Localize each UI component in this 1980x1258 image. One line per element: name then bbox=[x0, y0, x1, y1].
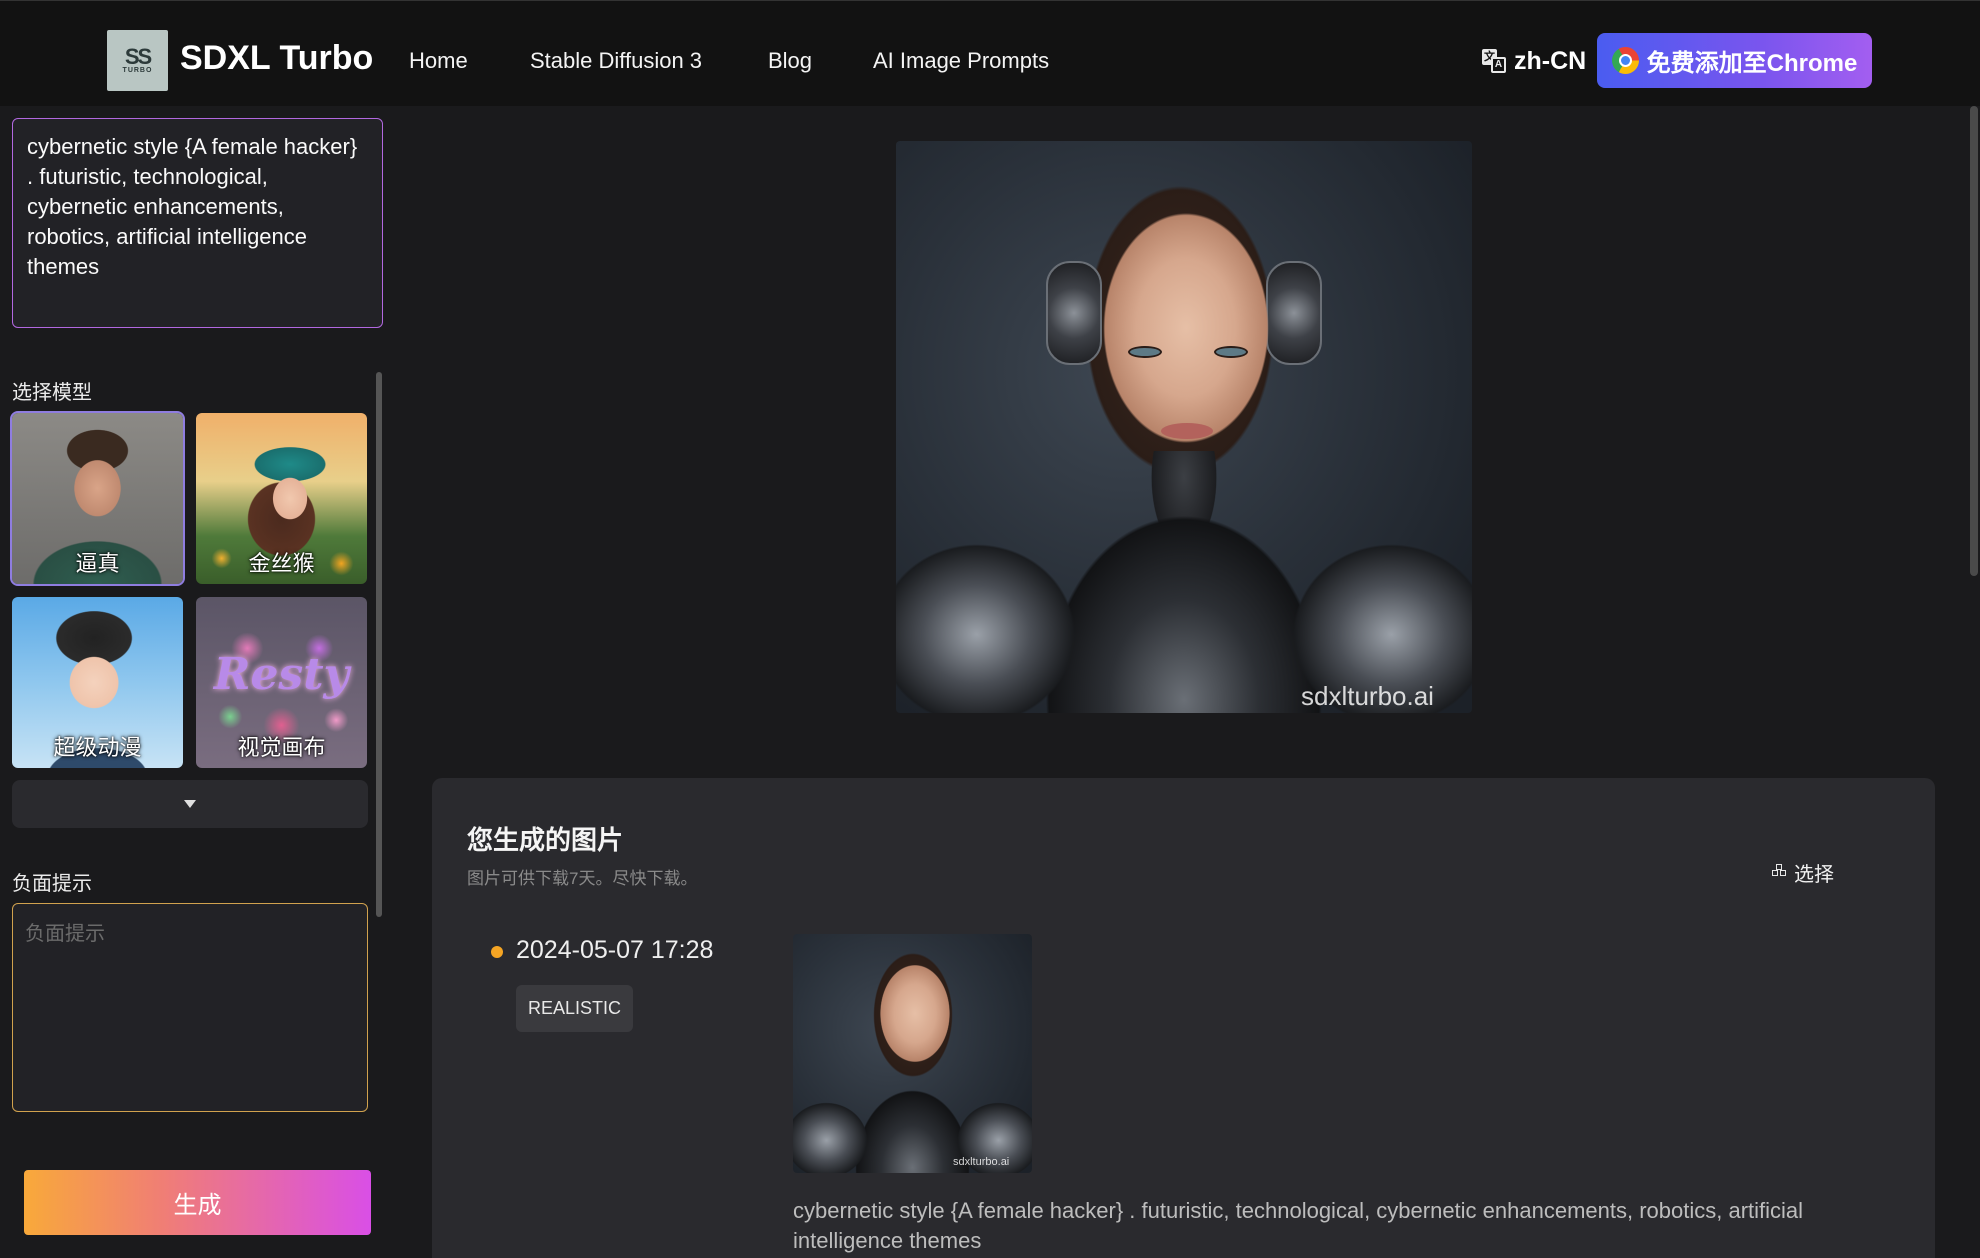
result-datetime: 2024-05-07 17:28 bbox=[516, 936, 714, 964]
top-navbar: SS TURBO SDXL Turbo Home Stable Diffusio… bbox=[0, 0, 1980, 106]
nav-ai-image-prompts[interactable]: AI Image Prompts bbox=[873, 48, 1049, 74]
logo-subtext: TURBO bbox=[122, 67, 153, 74]
model-card-visual-canvas[interactable]: Resty 视觉画布 bbox=[196, 597, 367, 768]
model-label: 金丝猴 bbox=[248, 552, 315, 577]
model-card-realistic[interactable]: 逼真 bbox=[10, 411, 185, 586]
generated-images-panel: 您生成的图片 图片可供下载7天。尽快下载。 选择 2024-05-07 17:2… bbox=[432, 778, 1935, 1258]
select-label: 选择 bbox=[1794, 864, 1834, 886]
chevron-down-icon bbox=[184, 800, 196, 808]
language-switcher[interactable]: 文A zh-CN bbox=[1482, 45, 1586, 77]
nav-home[interactable]: Home bbox=[409, 48, 468, 74]
status-dot bbox=[491, 946, 503, 958]
generate-button[interactable]: 生成 bbox=[24, 1170, 371, 1235]
translate-icon: 文A bbox=[1482, 49, 1506, 73]
brand-name[interactable]: SDXL Turbo bbox=[180, 39, 373, 78]
model-card-super-anime[interactable]: 超级动漫 bbox=[12, 597, 183, 768]
negative-prompt-label: 负面提示 bbox=[12, 873, 92, 895]
result-thumbnail[interactable]: sdxlturbo.ai bbox=[793, 934, 1032, 1173]
model-label: 视觉画布 bbox=[237, 736, 326, 761]
main-scrollbar[interactable] bbox=[1970, 106, 1978, 576]
logo-text: SS bbox=[124, 44, 152, 69]
nav-stable-diffusion-3[interactable]: Stable Diffusion 3 bbox=[530, 48, 702, 74]
language-label: zh-CN bbox=[1514, 46, 1587, 75]
model-card-golden-monkey[interactable]: 金丝猴 bbox=[196, 413, 367, 584]
results-title: 您生成的图片 bbox=[467, 825, 624, 855]
grid-select-icon bbox=[1772, 863, 1788, 881]
model-tag: REALISTIC bbox=[516, 985, 633, 1032]
model-label: 逼真 bbox=[75, 552, 120, 577]
nav-blog[interactable]: Blog bbox=[768, 48, 812, 74]
add-to-chrome-button[interactable]: 免费添加至Chrome bbox=[1597, 33, 1872, 88]
model-section-label: 选择模型 bbox=[12, 382, 92, 404]
left-panel-scrollbar[interactable] bbox=[376, 372, 382, 917]
select-button[interactable]: 选择 bbox=[1772, 858, 1834, 887]
model-art-text: Resty bbox=[213, 649, 350, 700]
thumbnail-watermark: sdxlturbo.ai bbox=[953, 1156, 1010, 1168]
generated-image-preview[interactable]: sdxlturbo.ai bbox=[896, 141, 1472, 713]
site-logo[interactable]: SS TURBO bbox=[107, 30, 168, 91]
result-prompt-text: cybernetic style {A female hacker} . fut… bbox=[793, 1198, 1804, 1253]
results-subtitle: 图片可供下载7天。尽快下载。 bbox=[467, 869, 698, 888]
add-to-chrome-label: 免费添加至Chrome bbox=[1646, 50, 1858, 77]
image-watermark: sdxlturbo.ai bbox=[1301, 681, 1434, 711]
chrome-logo-icon bbox=[1611, 47, 1639, 74]
expand-models-button[interactable] bbox=[12, 780, 368, 828]
negative-prompt-input[interactable] bbox=[12, 903, 368, 1112]
model-label: 超级动漫 bbox=[53, 736, 142, 761]
prompt-input[interactable]: cybernetic style {A female hacker} . fut… bbox=[12, 118, 383, 328]
